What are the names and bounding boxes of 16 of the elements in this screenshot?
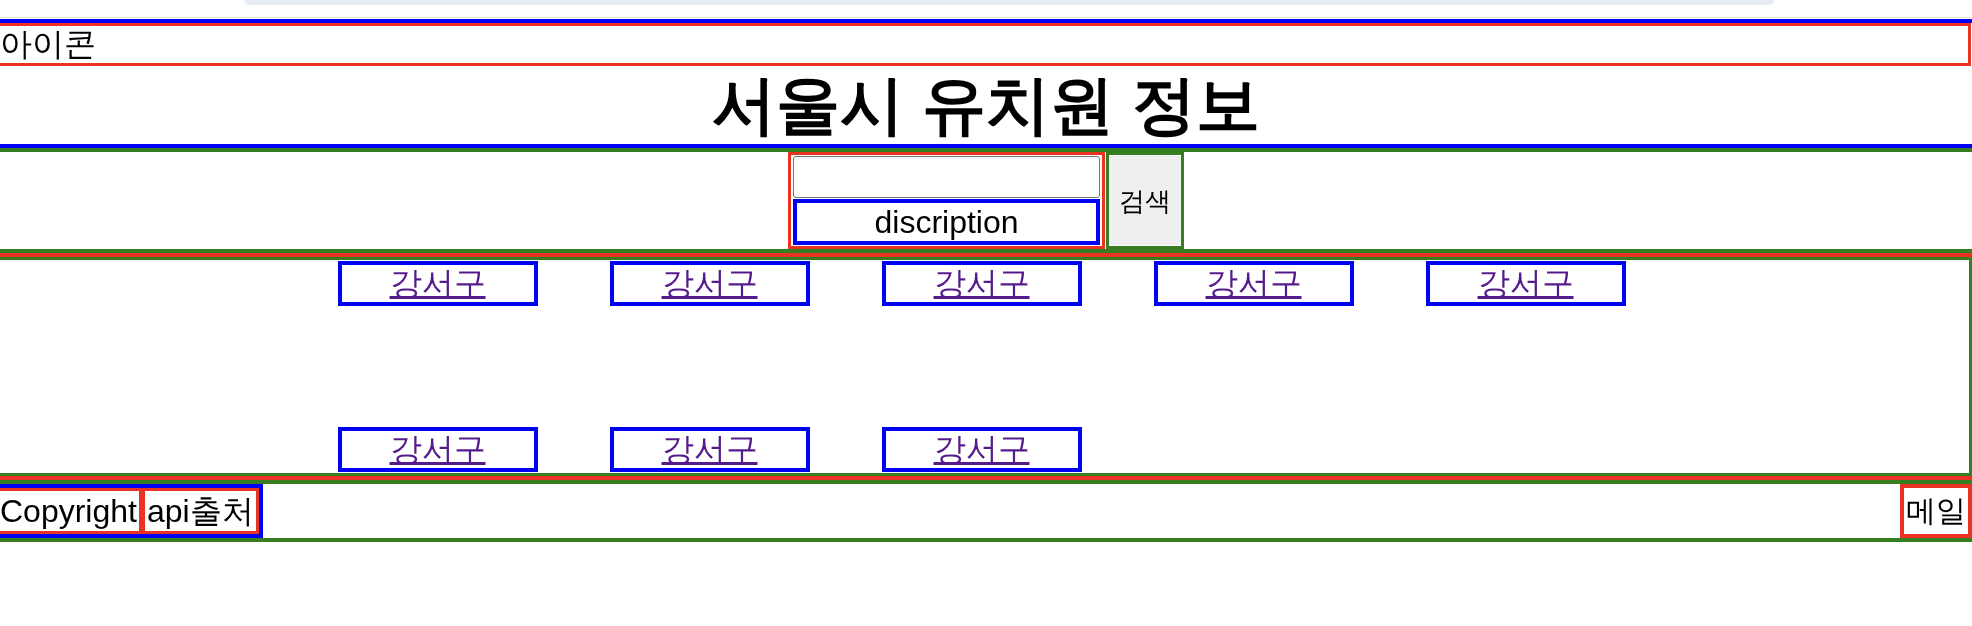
district-link[interactable]: 강서구 bbox=[609, 261, 810, 306]
icon-label: 아이콘 bbox=[0, 23, 1971, 66]
district-link[interactable]: 강서구 bbox=[609, 427, 810, 472]
mail-label: 메일 bbox=[1900, 484, 1972, 538]
district-link[interactable]: 강서구 bbox=[337, 261, 538, 306]
api-source-label: api출처 bbox=[141, 488, 259, 534]
description-label: discription bbox=[793, 199, 1100, 245]
search-button[interactable]: 검색 bbox=[1109, 156, 1181, 245]
district-link[interactable]: 강서구 bbox=[881, 427, 1082, 472]
copyright-label: Copyright bbox=[0, 488, 142, 534]
district-link[interactable]: 강서구 bbox=[337, 427, 538, 472]
page-title: 서울시 유치원 정보 bbox=[711, 68, 1261, 143]
search-input[interactable] bbox=[793, 156, 1100, 198]
district-link[interactable]: 강서구 bbox=[1425, 261, 1626, 306]
district-link[interactable]: 강서구 bbox=[881, 261, 1082, 306]
district-link[interactable]: 강서구 bbox=[1153, 261, 1354, 306]
